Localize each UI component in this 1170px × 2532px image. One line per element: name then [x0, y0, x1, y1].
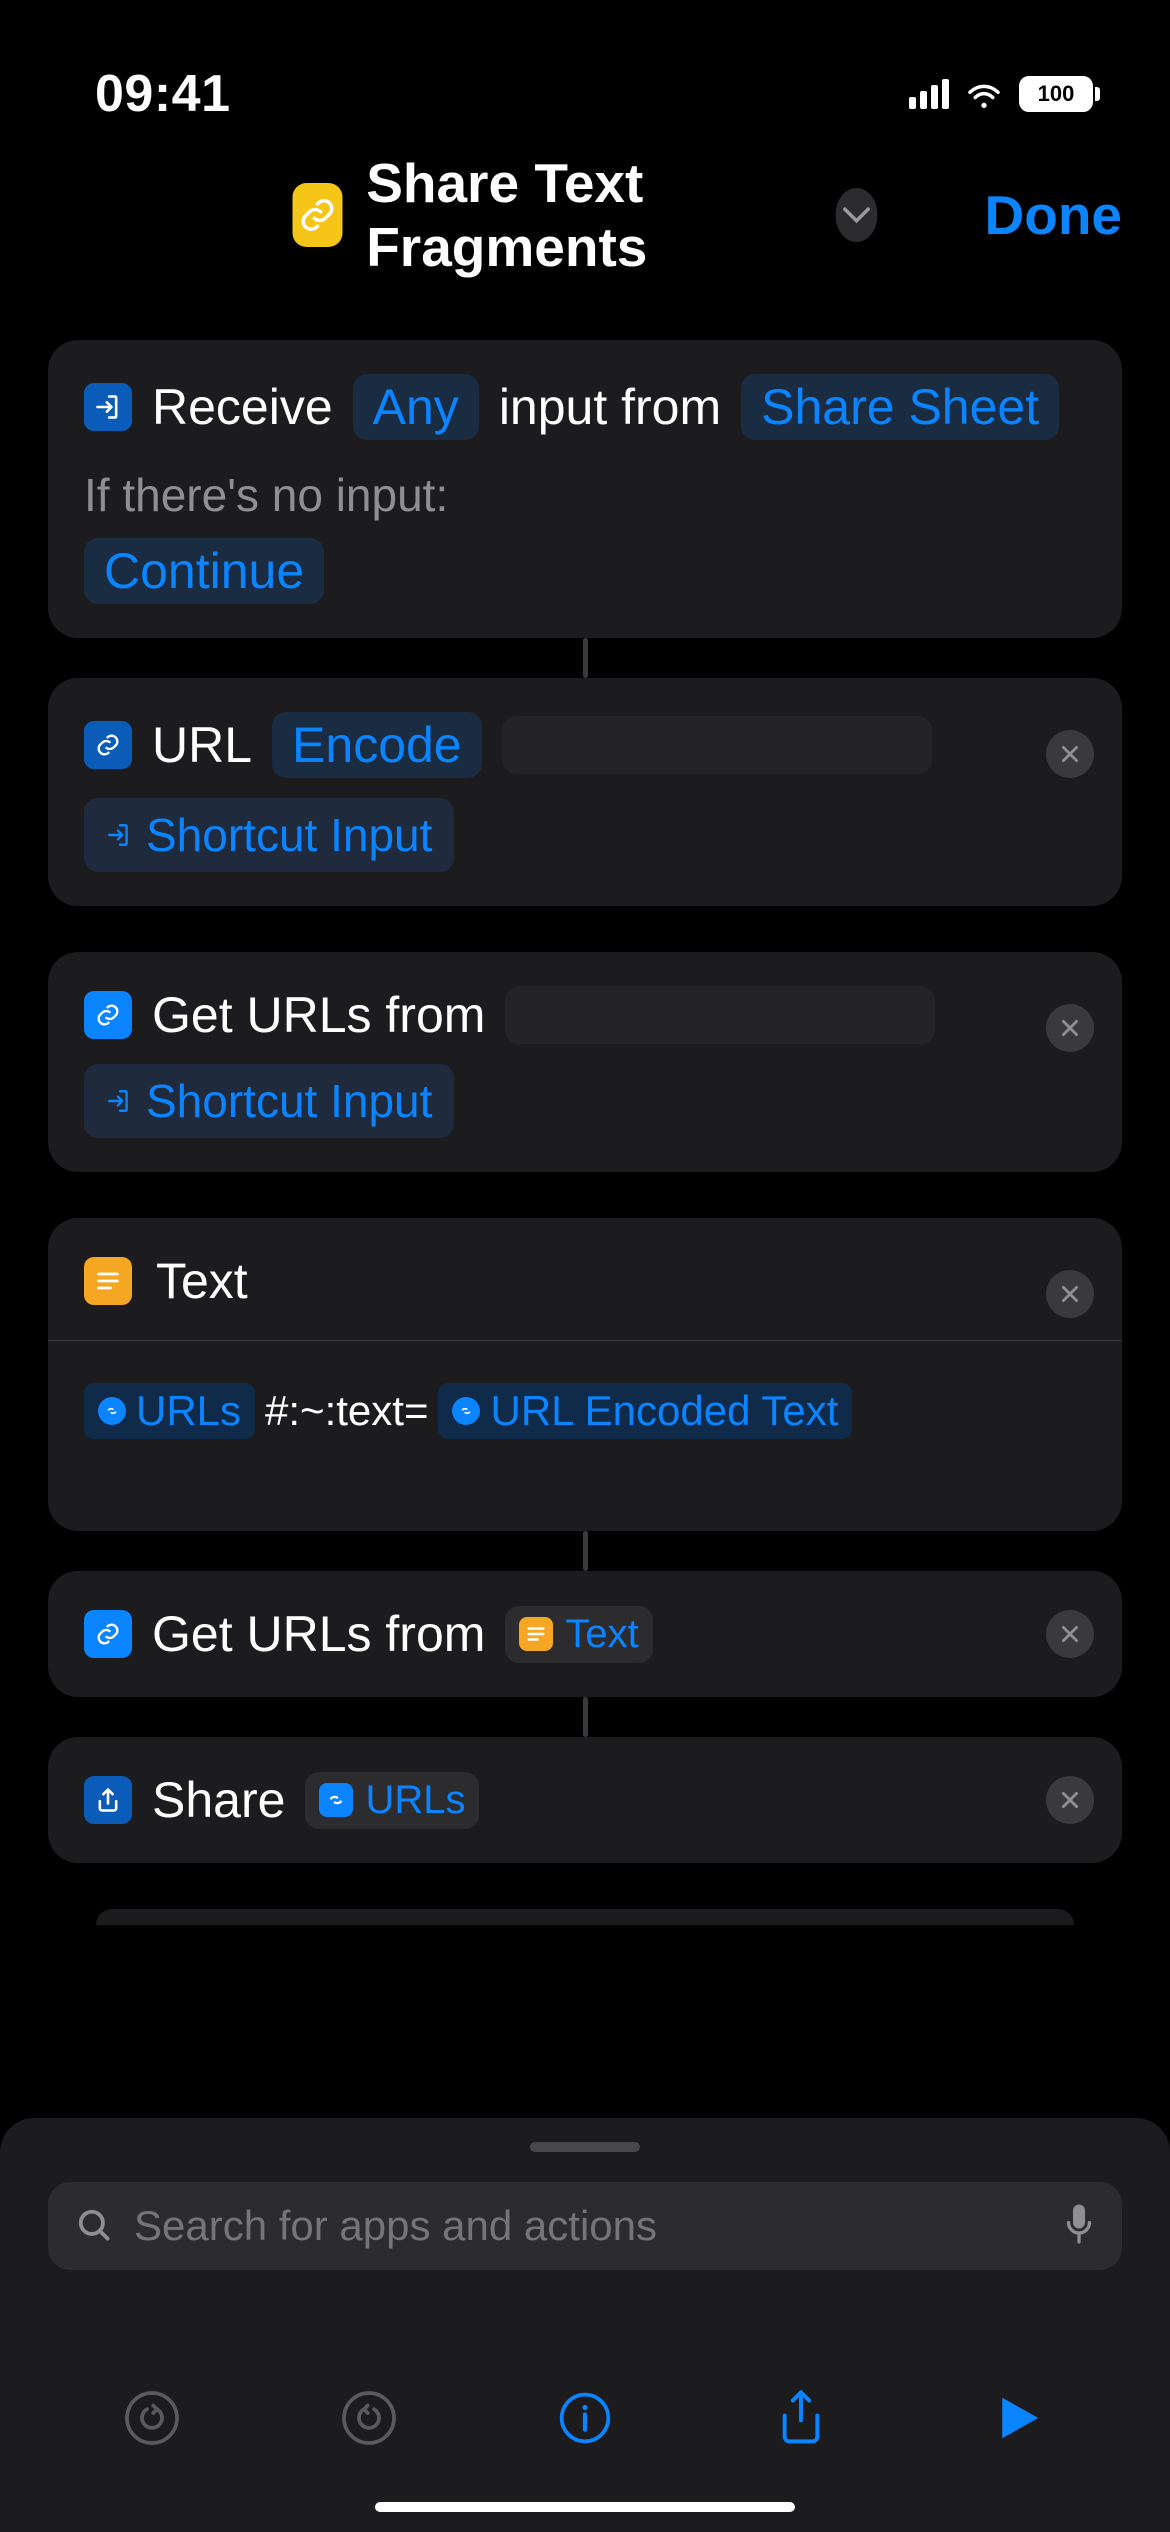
param-no-input-behavior[interactable]: Continue — [84, 538, 324, 604]
label-get-urls-from: Get URLs from — [152, 1605, 485, 1663]
redo-button[interactable] — [327, 2376, 411, 2460]
search-bar[interactable] — [48, 2182, 1122, 2270]
action-get-urls-1[interactable]: Get URLs from Shortcut Input — [48, 952, 1122, 1172]
bottom-toolbar — [0, 2376, 1170, 2460]
status-indicators: 100 — [909, 76, 1100, 112]
dictate-icon[interactable] — [1064, 2203, 1094, 2250]
share-button[interactable] — [759, 2376, 843, 2460]
label-receive: Receive — [152, 378, 333, 436]
home-indicator[interactable] — [375, 2502, 795, 2512]
connector-line — [583, 1531, 588, 1571]
variable-shortcut-input[interactable]: Shortcut Input — [84, 798, 454, 872]
label-no-input: If there's no input: — [84, 468, 448, 522]
label-get-urls-from: Get URLs from — [152, 986, 485, 1044]
action-receive-input[interactable]: Receive Any input from Share Sheet If th… — [48, 340, 1122, 638]
nav-bar: Share Text Fragments Done — [0, 150, 1170, 280]
text-content-field[interactable]: URLs #:~:text= URL Encoded Text — [48, 1340, 1122, 1531]
delete-action-button[interactable] — [1046, 1776, 1094, 1824]
action-get-urls-2[interactable]: Get URLs from Text — [48, 1571, 1122, 1697]
empty-param-slot[interactable] — [502, 716, 932, 774]
share-icon — [84, 1776, 132, 1824]
workflow-canvas[interactable]: Receive Any input from Share Sheet If th… — [0, 280, 1170, 1925]
status-time: 09:41 — [95, 64, 231, 124]
delete-action-button[interactable] — [1046, 1004, 1094, 1052]
battery-icon: 100 — [1019, 76, 1100, 112]
action-text[interactable]: Text URLs #:~:text= URL Encoded Text — [48, 1218, 1122, 1531]
done-button[interactable]: Done — [985, 183, 1123, 247]
connector-line — [583, 638, 588, 678]
page-title[interactable]: Share Text Fragments — [366, 151, 811, 279]
search-icon — [76, 2207, 114, 2245]
search-input[interactable] — [134, 2202, 1044, 2250]
actions-drawer[interactable] — [0, 2118, 1170, 2532]
drawer-grabber[interactable] — [530, 2142, 640, 2152]
link-icon — [84, 1610, 132, 1658]
empty-param-slot[interactable] — [505, 986, 935, 1044]
next-card-peek[interactable] — [96, 1909, 1074, 1925]
variable-text[interactable]: Text — [505, 1606, 652, 1663]
label-share: Share — [152, 1771, 285, 1829]
delete-action-button[interactable] — [1046, 730, 1094, 778]
delete-action-button[interactable] — [1046, 1610, 1094, 1658]
label-input-from: input from — [499, 378, 721, 436]
variable-url-encoded-text[interactable]: URL Encoded Text — [438, 1383, 852, 1439]
run-button[interactable] — [976, 2376, 1060, 2460]
link-icon — [84, 721, 132, 769]
cellular-icon — [909, 79, 949, 109]
link-icon — [84, 991, 132, 1039]
wifi-icon — [963, 78, 1005, 110]
variable-urls[interactable]: URLs — [305, 1772, 479, 1829]
text-icon — [84, 1257, 132, 1305]
input-icon — [84, 383, 132, 431]
chevron-down-icon[interactable] — [836, 188, 878, 242]
action-share[interactable]: Share URLs — [48, 1737, 1122, 1863]
param-input-source[interactable]: Share Sheet — [741, 374, 1059, 440]
param-encode-mode[interactable]: Encode — [272, 712, 482, 778]
action-url-encode[interactable]: URL Encode Shortcut Input — [48, 678, 1122, 906]
variable-urls[interactable]: URLs — [84, 1383, 255, 1439]
status-bar: 09:41 100 — [0, 0, 1170, 150]
connector-line — [583, 1697, 588, 1737]
label-text: Text — [156, 1252, 248, 1310]
variable-shortcut-input[interactable]: Shortcut Input — [84, 1064, 454, 1138]
shortcut-icon — [293, 183, 343, 247]
undo-button[interactable] — [110, 2376, 194, 2460]
param-input-type[interactable]: Any — [353, 374, 479, 440]
text-literal: #:~:text= — [265, 1387, 428, 1435]
info-button[interactable] — [543, 2376, 627, 2460]
delete-action-button[interactable] — [1046, 1270, 1094, 1318]
label-url: URL — [152, 716, 252, 774]
